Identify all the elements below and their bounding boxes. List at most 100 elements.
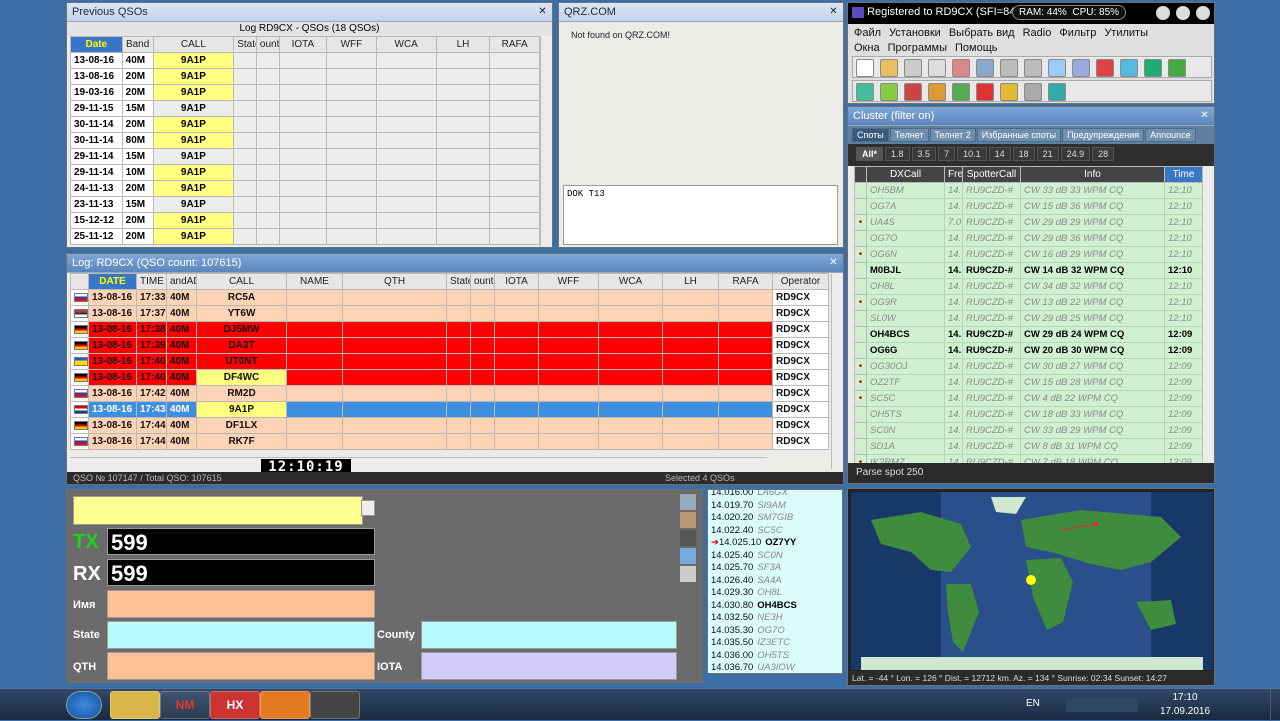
menu-item[interactable]: Выбрать вид <box>949 26 1015 41</box>
menu-item[interactable]: Окна <box>854 41 880 56</box>
column-header[interactable]: CALL <box>196 273 287 290</box>
language-indicator[interactable]: EN <box>1026 698 1040 709</box>
column-header[interactable]: DATE <box>88 273 137 290</box>
table-row[interactable]: 29-11-14 15M 9A1P <box>70 148 540 165</box>
log-row[interactable]: 13-08-16 17:40 40M DF4WC RD9CX <box>70 369 829 386</box>
stats-icon[interactable] <box>904 83 922 101</box>
band-filter-button[interactable]: 14 <box>988 147 1011 161</box>
table-row[interactable]: 15-12-12 20M 9A1P <box>70 212 540 229</box>
info-icon[interactable] <box>680 548 696 564</box>
camera-app-icon[interactable] <box>310 691 360 719</box>
log-row[interactable]: 13-08-16 17:37 40M YT6W RD9CX <box>70 305 829 322</box>
column-header[interactable]: QTH <box>342 273 447 290</box>
settings-icon[interactable] <box>1024 83 1042 101</box>
column-header[interactable]: Info <box>1020 166 1165 183</box>
bandmap-entry[interactable]: ➜14.025.10 OZ7YY <box>711 537 797 550</box>
menu-item[interactable]: Radio <box>1023 26 1052 41</box>
keyer-icon[interactable] <box>1000 83 1018 101</box>
column-header[interactable]: RAFA <box>718 273 773 290</box>
exit-icon[interactable] <box>1048 83 1066 101</box>
iota-input[interactable] <box>421 652 677 680</box>
band-filter-button[interactable]: All* <box>856 147 884 161</box>
cluster-tab[interactable]: Предупреждения <box>1062 128 1145 142</box>
vertical-scrollbar[interactable] <box>540 36 552 247</box>
close-icon[interactable]: ✕ <box>536 6 549 18</box>
band-filter-button[interactable]: 7 <box>938 147 956 161</box>
spot-row[interactable]: • OG30OJ 14. RU9CZD-# CW 30 dB 27 WPM CQ 12:0… <box>854 358 1203 375</box>
firefox-icon[interactable] <box>260 691 310 719</box>
state-input[interactable] <box>107 621 375 649</box>
cluster-tab[interactable]: Избранные споты <box>976 128 1062 142</box>
list-icon[interactable] <box>1000 59 1018 77</box>
photo-icon[interactable] <box>680 512 696 528</box>
bandmap-entry[interactable]: 14.026.40 SA4A <box>711 575 797 588</box>
spot-row[interactable]: OH5BM 14. RU9CZD-# CW 33 dB 33 WPM CQ 12:10 <box>854 182 1203 199</box>
spot-row[interactable]: • UA4S 7.0 RU9CZD-# CW 29 dB 29 WPM CQ 12:10 <box>854 214 1203 231</box>
bandmap-entry[interactable]: 14.035.50 IZ3ETC <box>711 637 797 650</box>
column-header[interactable]: IOTA <box>494 273 539 290</box>
band-filter-button[interactable]: 21 <box>1036 147 1059 161</box>
logger-icon[interactable]: HX <box>210 691 260 719</box>
column-header[interactable]: Time <box>1164 166 1203 183</box>
spot-row[interactable]: OH5TS 14. RU9CZD-# CW 18 dB 33 WPM CQ 12:09 <box>854 406 1203 423</box>
bandmap-entry[interactable]: 14.030.80 OH4BCS <box>711 600 797 613</box>
band-filter-button[interactable]: 24.9 <box>1060 147 1091 161</box>
vertical-scrollbar[interactable] <box>831 274 843 469</box>
bandmap-entry[interactable]: 14.032.50 NE3H <box>711 612 797 625</box>
column-header[interactable]: Freq <box>944 166 963 183</box>
close-icon[interactable]: ✕ <box>1198 110 1211 122</box>
vertical-scrollbar[interactable] <box>1202 167 1214 459</box>
column-header[interactable]: IOTA <box>278 36 328 53</box>
bandmap-entry[interactable]: 14.022.40 SC5C <box>711 525 797 538</box>
horizontal-scrollbar[interactable] <box>70 457 767 469</box>
log-row[interactable]: 13-08-16 17:38 40M DJ5MW RD9CX <box>70 321 829 338</box>
search-icon[interactable] <box>1048 59 1066 77</box>
name-input[interactable] <box>107 590 375 618</box>
bandmap-entry[interactable]: 14.016.00 LA6GX <box>711 490 797 500</box>
new-file-icon[interactable] <box>856 59 874 77</box>
table-row[interactable]: 19-03-16 20M 9A1P <box>70 84 540 101</box>
table-row[interactable]: 13-08-16 40M 9A1P <box>70 52 540 69</box>
menu-item[interactable]: Фильтр <box>1059 26 1096 41</box>
cluster-tab[interactable]: Споты <box>852 128 889 142</box>
calc-icon[interactable] <box>1024 59 1042 77</box>
binoculars-icon[interactable] <box>680 530 696 546</box>
tools-icon[interactable] <box>904 59 922 77</box>
explorer-icon[interactable] <box>110 691 160 719</box>
menu-item[interactable]: Установки <box>889 26 941 41</box>
grid-icon[interactable] <box>976 59 994 77</box>
scope-icon[interactable] <box>1144 59 1162 77</box>
spot-row[interactable]: OG6G 14. RU9CZD-# CW 20 dB 30 WPM CQ 12:09 <box>854 342 1203 359</box>
column-header[interactable]: Date <box>70 36 123 53</box>
table-row[interactable]: 25-11-12 20M 9A1P <box>70 228 540 245</box>
column-header[interactable]: WFF <box>326 36 377 53</box>
log-row[interactable]: 13-08-16 17:39 40M DA3T RD9CX <box>70 337 829 354</box>
table-row[interactable]: 13-08-16 20M 9A1P <box>70 68 540 85</box>
log-row[interactable]: 13-08-16 17:40 40M UT0NT RD9CX <box>70 353 829 370</box>
cluster-tab[interactable]: Announce <box>1145 128 1196 142</box>
column-header[interactable]: DXCall <box>866 166 945 183</box>
log-row[interactable]: 13-08-16 17:43 40M 9A1P RD9CX <box>70 401 829 418</box>
column-header[interactable]: State <box>446 273 471 290</box>
menu-item[interactable]: Помощь <box>955 41 998 56</box>
minimize-button[interactable] <box>1156 6 1170 20</box>
bandmap-entry[interactable]: 14.019.70 SI9AM <box>711 500 797 513</box>
bandmap-entry[interactable]: 14.036.70 UA3IOW <box>711 662 797 673</box>
column-header[interactable]: WCA <box>598 273 663 290</box>
cluster-tab[interactable]: Телнет 2 <box>929 128 976 142</box>
table-row[interactable]: 29-11-14 10M 9A1P <box>70 164 540 181</box>
column-header[interactable]: WCA <box>375 36 437 53</box>
spot-row[interactable]: • SC5C 14. RU9CZD-# CW 4 dB 22 WPM CQ 12:09 <box>854 390 1203 407</box>
open-folder-icon[interactable] <box>880 59 898 77</box>
table-row[interactable]: 24-11-13 20M 9A1P <box>70 180 540 197</box>
column-header[interactable]: Band <box>121 36 154 53</box>
column-header[interactable]: CALL <box>152 36 235 53</box>
bandmap-entry[interactable]: 14.025.40 SC0N <box>711 550 797 563</box>
county-input[interactable] <box>421 621 677 649</box>
spot-row[interactable]: OG7O 14. RU9CZD-# CW 29 dB 36 WPM CQ 12:10 <box>854 230 1203 247</box>
map-icon[interactable] <box>880 83 898 101</box>
maximize-button[interactable] <box>1176 6 1190 20</box>
clock-date[interactable]: 17.09.2016 <box>1150 706 1220 717</box>
book-icon[interactable] <box>928 83 946 101</box>
delete-icon[interactable] <box>952 59 970 77</box>
